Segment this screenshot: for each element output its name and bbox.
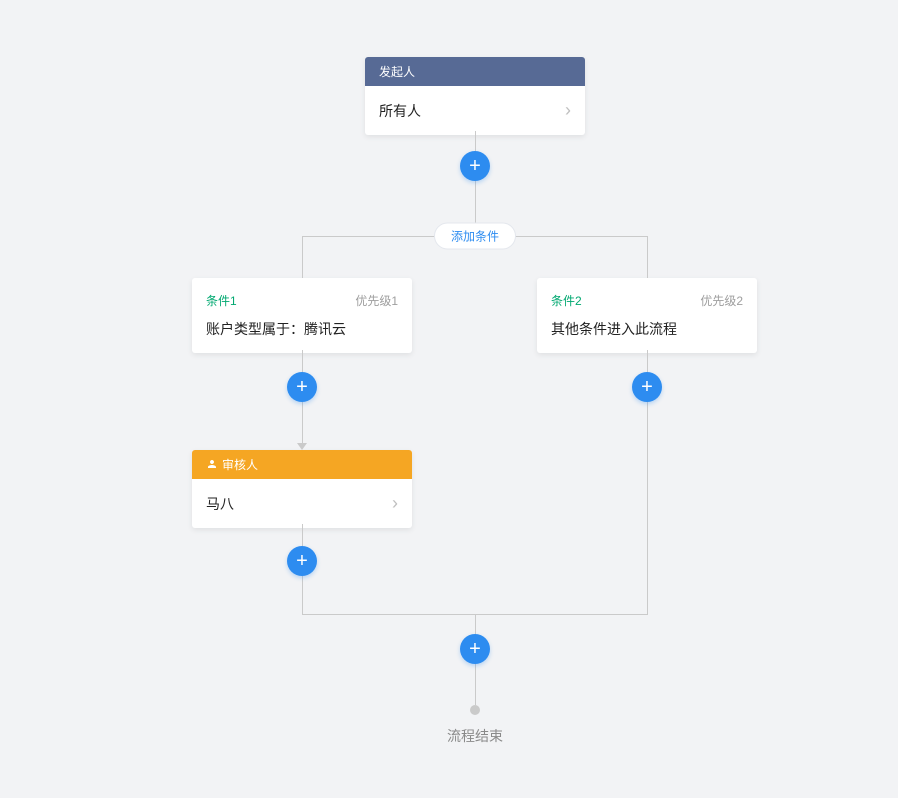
condition-1-priority: 优先级1	[355, 292, 398, 309]
initiator-header: 发起人	[365, 57, 585, 86]
connector-line	[302, 236, 303, 278]
connector-line	[647, 236, 648, 278]
connector-line	[647, 402, 648, 614]
person-icon	[206, 458, 218, 470]
condition-2-name: 条件2	[551, 292, 582, 309]
add-node-button-left[interactable]: +	[287, 372, 317, 402]
approver-header: 审核人	[192, 450, 412, 479]
condition-1-desc: 账户类型属于：腾讯云	[206, 319, 398, 339]
initiator-body-text: 所有人	[379, 101, 421, 121]
add-node-button-right[interactable]: +	[632, 372, 662, 402]
approver-header-text: 审核人	[222, 458, 258, 472]
approver-body-text: 马八	[206, 494, 234, 514]
add-node-button-end[interactable]: +	[460, 634, 490, 664]
initiator-node[interactable]: 发起人 所有人 ›	[365, 57, 585, 135]
condition-node-1[interactable]: 条件1 优先级1 账户类型属于：腾讯云	[192, 278, 412, 353]
condition-1-name: 条件1	[206, 292, 237, 309]
connector-line	[475, 664, 476, 705]
end-dot-icon	[470, 705, 480, 715]
condition-2-desc: 其他条件进入此流程	[551, 319, 743, 339]
approver-node[interactable]: 审核人 马八 ›	[192, 450, 412, 528]
arrow-down-icon	[297, 443, 307, 450]
condition-1-header: 条件1 优先级1	[206, 292, 398, 309]
connector-line	[302, 576, 303, 614]
condition-2-priority: 优先级2	[700, 292, 743, 309]
connector-line	[302, 402, 303, 446]
flow-end-label: 流程结束	[447, 726, 503, 746]
add-node-button-after-approver[interactable]: +	[287, 546, 317, 576]
workflow-canvas: 发起人 所有人 › + 添加条件 条件1 优先级1 账户类型属于：腾讯云 条件2…	[0, 0, 898, 798]
add-node-button-1[interactable]: +	[460, 151, 490, 181]
add-condition-button[interactable]: 添加条件	[434, 223, 516, 250]
chevron-right-icon: ›	[565, 100, 571, 121]
chevron-right-icon: ›	[392, 493, 398, 514]
initiator-body-row: 所有人 ›	[365, 86, 585, 135]
condition-node-2[interactable]: 条件2 优先级2 其他条件进入此流程	[537, 278, 757, 353]
approver-body-row: 马八 ›	[192, 479, 412, 528]
condition-2-header: 条件2 优先级2	[551, 292, 743, 309]
